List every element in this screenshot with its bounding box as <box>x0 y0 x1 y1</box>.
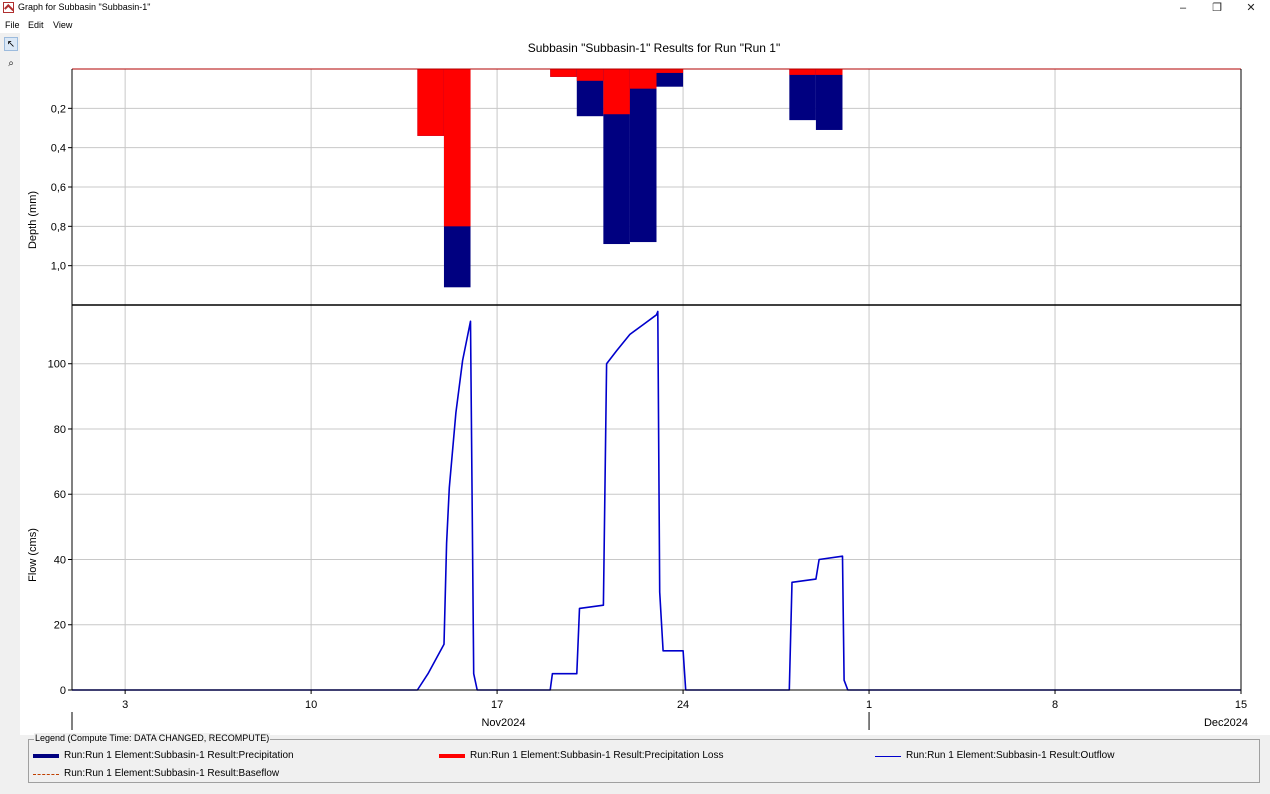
precipitation-bar <box>629 69 657 243</box>
x-tick-label: 1 <box>866 699 872 711</box>
legend-caption: Legend (Compute Time: DATA CHANGED, RECO… <box>34 733 271 743</box>
depth-tick-label: 1,0 <box>51 261 66 273</box>
legend-swatch-precipitation-loss <box>439 754 465 758</box>
precipitation-loss-bar <box>629 69 657 89</box>
title-bar: Graph for Subbasin "Subbasin-1" – ❐ ✕ <box>0 0 1270 17</box>
flow-tick-label: 80 <box>54 424 66 436</box>
menu-view[interactable]: View <box>53 20 72 30</box>
x-tick-label: 24 <box>677 699 689 711</box>
flow-tick-label: 100 <box>48 359 66 371</box>
precipitation-loss-bar <box>815 69 843 75</box>
precipitation-loss-bar <box>603 69 630 115</box>
legend-swatch-outflow <box>875 756 901 757</box>
flow-lines <box>72 310 1241 691</box>
outflow-line <box>72 310 1241 691</box>
x-tick-label: 17 <box>491 699 503 711</box>
flow-gridlines <box>72 305 1242 691</box>
legend-label: Run:Run 1 Element:Subbasin-1 Result:Prec… <box>64 750 294 761</box>
precipitation-loss-bar <box>443 69 471 227</box>
x-tick-label: 10 <box>305 699 317 711</box>
chart-svg: Subbasin "Subbasin-1" Results for Run "R… <box>27 41 1248 730</box>
minimize-button[interactable]: – <box>1166 0 1200 17</box>
legend-label: Run:Run 1 Element:Subbasin-1 Result:Outf… <box>906 750 1115 761</box>
flow-axis-label: Flow (cms) <box>27 528 39 582</box>
close-button[interactable]: ✕ <box>1234 0 1268 17</box>
restore-button[interactable]: ❐ <box>1200 0 1234 17</box>
depth-tick-label: 0,4 <box>51 143 66 155</box>
legend-swatch-precipitation <box>33 754 59 758</box>
flow-tick-label: 0 <box>60 685 66 697</box>
zoom-icon[interactable]: ⌕ <box>4 57 18 71</box>
depth-tick-label: 0,6 <box>51 182 66 194</box>
menu-file[interactable]: File <box>5 20 20 30</box>
legend-label: Run:Run 1 Element:Subbasin-1 Result:Base… <box>64 768 280 779</box>
precipitation-loss-bar <box>550 69 577 77</box>
legend-label: Run:Run 1 Element:Subbasin-1 Result:Prec… <box>470 750 724 761</box>
precipitation-loss-bar <box>789 69 816 75</box>
plot-area: Subbasin "Subbasin-1" Results for Run "R… <box>20 33 1270 735</box>
flow-tick-label: 60 <box>54 489 66 501</box>
chart-title: Subbasin "Subbasin-1" Results for Run "R… <box>528 41 781 55</box>
flow-tick-label: 20 <box>54 620 66 632</box>
legend-swatch-baseflow <box>33 774 59 775</box>
flow-tick-label: 40 <box>54 554 66 566</box>
menu-bar: File Edit View <box>0 17 1270 33</box>
x-tick-label: 15 <box>1235 699 1247 711</box>
app-icon <box>3 2 14 13</box>
menu-edit[interactable]: Edit <box>28 20 44 30</box>
x-tick-label: 3 <box>122 699 128 711</box>
precipitation-bar <box>815 69 843 130</box>
precipitation-loss-bar <box>656 69 684 73</box>
tool-strip: ↖ ⌕ <box>0 33 20 793</box>
precipitation-bar <box>789 69 816 121</box>
precipitation-loss-bar <box>576 69 604 81</box>
depth-tick-label: 0,8 <box>51 221 66 233</box>
pointer-icon[interactable]: ↖ <box>4 37 18 51</box>
precipitation-loss-bar <box>417 69 444 136</box>
legend-box: Legend (Compute Time: DATA CHANGED, RECO… <box>28 733 1260 783</box>
window-title: Graph for Subbasin "Subbasin-1" <box>18 2 151 12</box>
month-label: Nov2024 <box>481 717 525 729</box>
x-tick-label: 8 <box>1052 699 1058 711</box>
depth-bars <box>417 69 843 288</box>
depth-tick-label: 0,2 <box>51 103 66 115</box>
depth-axis-label: Depth (mm) <box>27 191 39 249</box>
month-label: Dec2024 <box>1204 717 1248 729</box>
